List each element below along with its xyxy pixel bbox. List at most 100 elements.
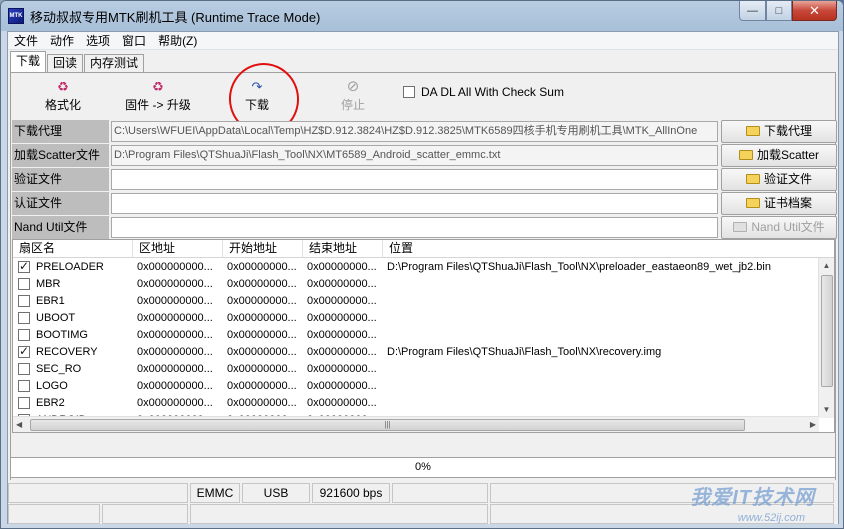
location-cell: D:\Program Files\QTShuaJi\Flash_Tool\NX\… bbox=[387, 345, 662, 358]
partition-checkbox[interactable] bbox=[18, 260, 30, 273]
table-row[interactable]: EBR1 0x000000000... 0x00000000... 0x0000000… bbox=[13, 292, 819, 309]
firmware-upgrade-button[interactable]: ♻ 固件 -> 升级 bbox=[115, 80, 201, 113]
file-row-verify: 验证文件 验证文件 bbox=[11, 168, 837, 192]
auth-file-path[interactable] bbox=[111, 193, 718, 214]
scatter-path[interactable]: D:\Program Files\QTShuaJi\Flash_Tool\NX\… bbox=[111, 145, 718, 166]
tab-memory-test[interactable]: 内存测试 bbox=[84, 54, 145, 72]
vertical-scroll-thumb[interactable] bbox=[821, 275, 833, 387]
partition-name-cell: LOGO bbox=[13, 379, 133, 392]
vertical-scrollbar[interactable]: ▲ ▼ bbox=[818, 258, 834, 418]
end-address-cell: 0x00000000... bbox=[307, 277, 377, 290]
minimize-icon[interactable]: — bbox=[739, 1, 766, 21]
download-agent-label: 下载代理 bbox=[12, 120, 109, 143]
table-row[interactable]: SEC_RO 0x000000000... 0x00000000... 0x00000… bbox=[13, 360, 819, 377]
table-row[interactable]: MBR 0x000000000... 0x00000000... 0x00000000… bbox=[13, 275, 819, 292]
partition-name-cell: UBOOT bbox=[13, 311, 133, 324]
col-partition-name[interactable]: 扇区名 bbox=[13, 240, 133, 257]
menu-window[interactable]: 窗口 bbox=[116, 32, 152, 50]
stop-button[interactable]: ⊘ 停止 bbox=[331, 79, 375, 113]
status-cell-empty-7 bbox=[490, 504, 834, 524]
format-label: 格式化 bbox=[44, 98, 81, 112]
partition-checkbox[interactable] bbox=[18, 311, 30, 324]
status-cell-empty-3 bbox=[490, 483, 834, 503]
status-port: USB bbox=[242, 483, 310, 503]
load-scatter-button-label: 加载Scatter bbox=[756, 148, 820, 162]
horizontal-scroll-thumb[interactable]: ||| bbox=[30, 419, 745, 431]
nand-util-path[interactable] bbox=[111, 217, 718, 238]
menu-help[interactable]: 帮助(Z) bbox=[152, 32, 203, 50]
col-region-address[interactable]: 区地址 bbox=[133, 240, 223, 257]
title-bar[interactable]: MTK 移动叔叔专用MTK刷机工具 (Runtime Trace Mode) —… bbox=[1, 1, 843, 31]
folder-icon bbox=[733, 222, 748, 232]
partition-checkbox[interactable] bbox=[18, 362, 30, 375]
partition-table: 扇区名 区地址 开始地址 结束地址 位置 PRELOADER 0x00000000… bbox=[12, 239, 835, 433]
table-row[interactable]: EBR2 0x000000000... 0x00000000... 0x0000000… bbox=[13, 394, 819, 411]
start-address-cell: 0x00000000... bbox=[227, 345, 297, 358]
verify-file-label: 验证文件 bbox=[12, 168, 109, 191]
table-row[interactable]: PRELOADER 0x000000000... 0x00000000... 0x00… bbox=[13, 258, 819, 275]
close-icon[interactable]: ✕ bbox=[792, 1, 837, 21]
menu-action[interactable]: 动作 bbox=[44, 32, 80, 50]
status-cell-empty-5 bbox=[102, 504, 188, 524]
partition-name-cell: BOOTIMG bbox=[13, 328, 133, 341]
location-cell: D:\Program Files\QTShuaJi\Flash_Tool\NX\… bbox=[387, 260, 771, 273]
download-agent-button[interactable]: 下载代理 bbox=[721, 120, 837, 143]
table-header: 扇区名 区地址 开始地址 结束地址 位置 bbox=[13, 240, 834, 258]
partition-checkbox[interactable] bbox=[18, 277, 30, 290]
nand-util-button[interactable]: Nand Util文件 bbox=[721, 216, 837, 239]
format-button[interactable]: ♻ 格式化 bbox=[35, 80, 91, 113]
status-cell-empty-1 bbox=[8, 483, 188, 503]
menu-file[interactable]: 文件 bbox=[8, 32, 44, 50]
col-start-address[interactable]: 开始地址 bbox=[223, 240, 303, 257]
partition-name: PRELOADER bbox=[36, 260, 104, 273]
region-address-cell: 0x000000000... bbox=[137, 362, 213, 375]
status-cell-empty-6 bbox=[190, 504, 488, 524]
horizontal-scrollbar[interactable]: ◀ ||| ▶ bbox=[13, 416, 819, 432]
checksum-label: DA DL All With Check Sum bbox=[421, 85, 564, 99]
table-row[interactable]: UBOOT 0x000000000... 0x00000000... 0x000000… bbox=[13, 309, 819, 326]
tab-strip: 下载 回读 内存测试 bbox=[8, 50, 838, 72]
scroll-right-icon[interactable]: ▶ bbox=[810, 417, 816, 432]
format-icon: ♻ bbox=[57, 79, 69, 94]
tab-readback[interactable]: 回读 bbox=[47, 54, 84, 72]
partition-name: UBOOT bbox=[36, 311, 76, 324]
file-row-auth: 认证文件 证书档案 bbox=[11, 192, 837, 216]
end-address-cell: 0x00000000... bbox=[307, 345, 377, 358]
certificate-button-label: 证书档案 bbox=[763, 196, 812, 210]
partition-name-cell: MBR bbox=[13, 277, 133, 290]
verify-file-path[interactable] bbox=[111, 169, 718, 190]
col-end-address[interactable]: 结束地址 bbox=[303, 240, 383, 257]
status-cell-empty-2 bbox=[392, 483, 488, 503]
table-row[interactable]: LOGO 0x000000000... 0x00000000... 0x0000000… bbox=[13, 377, 819, 394]
partition-name-cell: PRELOADER bbox=[13, 260, 133, 273]
checksum-checkbox[interactable] bbox=[403, 86, 415, 98]
end-address-cell: 0x00000000... bbox=[307, 362, 377, 375]
maximize-icon[interactable]: □ bbox=[766, 1, 792, 21]
scroll-left-icon[interactable]: ◀ bbox=[16, 417, 22, 432]
table-row[interactable]: RECOVERY 0x000000000... 0x00000000... 0x000… bbox=[13, 343, 819, 360]
folder-icon bbox=[745, 126, 760, 136]
download-agent-path[interactable]: C:\Users\WFUEI\AppData\Local\Temp\HZ$D.9… bbox=[111, 121, 718, 142]
menu-options[interactable]: 选项 bbox=[80, 32, 116, 50]
certificate-button[interactable]: 证书档案 bbox=[721, 192, 837, 215]
checksum-option[interactable]: DA DL All With Check Sum bbox=[403, 85, 564, 99]
verify-file-button[interactable]: 验证文件 bbox=[721, 168, 837, 191]
partition-checkbox[interactable] bbox=[18, 396, 30, 409]
table-row[interactable]: BOOTIMG 0x000000000... 0x00000000... 0x0000… bbox=[13, 326, 819, 343]
scroll-down-icon[interactable]: ▼ bbox=[819, 402, 834, 418]
status-baud: 921600 bps bbox=[312, 483, 390, 503]
col-location[interactable]: 位置 bbox=[383, 240, 819, 257]
window-controls: — □ ✕ bbox=[739, 1, 837, 21]
load-scatter-button[interactable]: 加载Scatter bbox=[721, 144, 837, 167]
partition-checkbox[interactable] bbox=[18, 328, 30, 341]
end-address-cell: 0x00000000... bbox=[307, 328, 377, 341]
partition-checkbox[interactable] bbox=[18, 294, 30, 307]
partition-checkbox[interactable] bbox=[18, 379, 30, 392]
partition-checkbox[interactable] bbox=[18, 345, 30, 358]
region-address-cell: 0x000000000... bbox=[137, 379, 213, 392]
tab-download[interactable]: 下载 bbox=[10, 51, 47, 72]
window-title: 移动叔叔专用MTK刷机工具 (Runtime Trace Mode) bbox=[30, 9, 321, 25]
scroll-up-icon[interactable]: ▲ bbox=[819, 258, 834, 274]
toolbar: ♻ 格式化 ♻ 固件 -> 升级 ↷ 下载 ⊘ 停止 DA DL All Wit… bbox=[11, 58, 835, 140]
region-address-cell: 0x000000000... bbox=[137, 311, 213, 324]
